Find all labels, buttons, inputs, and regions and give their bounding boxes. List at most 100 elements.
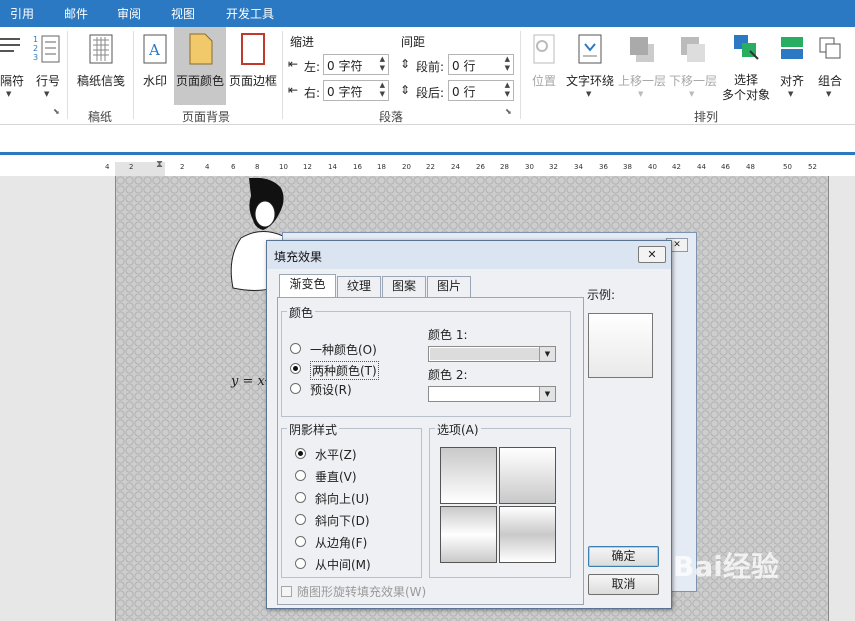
radio-horizontal[interactable] xyxy=(295,448,306,459)
line-number-label: 行号 xyxy=(35,74,60,88)
variant-option[interactable] xyxy=(499,506,556,563)
ruler-tick: 22 xyxy=(426,163,435,171)
radio-preset[interactable] xyxy=(290,383,301,394)
group-button[interactable]: 组合 ▼ xyxy=(812,30,848,100)
tab-mailings[interactable]: 邮件 xyxy=(64,5,88,22)
cancel-button[interactable]: 取消 xyxy=(588,574,659,595)
color1-select[interactable]: ▼ xyxy=(428,346,556,362)
colors-group: 颜色 一种颜色(O) 两种颜色(T) 预设(R) 颜色 1: ▼ 颜色 2: ▼ xyxy=(281,304,571,417)
position-label: 位置 xyxy=(531,74,556,88)
bring-forward-button[interactable]: 上移一层 ▼ xyxy=(617,30,667,100)
chevron-down-icon[interactable]: ▼ xyxy=(539,387,555,401)
align-button[interactable]: 对齐 ▼ xyxy=(775,30,809,100)
ruler-tick: 24 xyxy=(451,163,460,171)
radio-vertical[interactable] xyxy=(295,470,306,481)
variant-option[interactable] xyxy=(440,447,497,504)
ruler-tick: 4 xyxy=(105,163,110,171)
gradient-panel: 颜色 一种颜色(O) 两种颜色(T) 预设(R) 颜色 1: ▼ 颜色 2: ▼… xyxy=(277,297,584,605)
spin-arrows-icon[interactable]: ▲ ▼ xyxy=(505,81,510,99)
ruler-tick: 14 xyxy=(328,163,337,171)
ok-button[interactable]: 确定 xyxy=(588,546,659,567)
variant-option[interactable] xyxy=(440,506,497,563)
line-number-button[interactable]: 123 行号 ▼ xyxy=(32,30,64,100)
ruler[interactable]: 4 2 ⧗ 2 4 6 8 10 12 14 16 18 20 22 24 26… xyxy=(105,159,830,176)
tab-view[interactable]: 视图 xyxy=(171,5,195,22)
tab-developer[interactable]: 开发工具 xyxy=(226,5,274,22)
send-backward-icon xyxy=(681,37,705,62)
text-wrap-button[interactable]: 文字环绕 ▼ xyxy=(564,30,616,100)
ruler-tick: 10 xyxy=(279,163,288,171)
spacing-after-value: 0 行 xyxy=(452,85,476,99)
separator-label: 隔符 xyxy=(0,74,25,88)
fill-effects-dialog: 填充效果 ✕ 渐变色 纹理 图案 图片 颜色 一种颜色(O) 两种颜色(T) 预… xyxy=(266,240,672,609)
send-backward-button[interactable]: 下移一层 ▼ xyxy=(668,30,718,100)
variants-legend: 选项(A) xyxy=(435,421,481,438)
radio-one-color-label: 一种颜色(O) xyxy=(310,343,377,357)
group-separator xyxy=(520,31,521,119)
caret-icon: ▼ xyxy=(788,90,794,98)
spacing-after-input[interactable]: 0 行 ▲ ▼ xyxy=(448,80,514,101)
spin-arrows-icon[interactable]: ▲ ▼ xyxy=(380,55,385,73)
page-border-button[interactable]: 页面边框 xyxy=(227,30,279,100)
ruler-tick: 50 xyxy=(783,163,792,171)
radio-diagonal-down[interactable] xyxy=(295,514,306,525)
spacing-label: 间距 xyxy=(401,35,426,49)
ruler-tick: 34 xyxy=(574,163,583,171)
tab-texture[interactable]: 纹理 xyxy=(337,276,381,297)
watermark-button[interactable]: A 水印 xyxy=(137,30,173,100)
spin-arrows-icon[interactable]: ▲ ▼ xyxy=(505,55,510,73)
ruler-tick: 46 xyxy=(721,163,730,171)
spacing-before-input[interactable]: 0 行 ▲ ▼ xyxy=(448,54,514,75)
indent-left-input[interactable]: 0 字符 ▲ ▼ xyxy=(323,54,389,75)
indent-right-input[interactable]: 0 字符 ▲ ▼ xyxy=(323,80,389,101)
separator-button[interactable]: 隔符 ▼ xyxy=(0,30,28,100)
align-icon xyxy=(781,37,803,59)
shading-legend: 阴影样式 xyxy=(287,421,340,438)
dialog-launcher-icon[interactable]: ⬊ xyxy=(505,107,512,116)
svg-text:A: A xyxy=(148,41,160,59)
radio-two-colors[interactable] xyxy=(290,363,301,374)
manuscript-label: 稿纸信笺 xyxy=(76,74,125,88)
radio-from-corner[interactable] xyxy=(295,536,306,547)
radio-preset-label: 预设(R) xyxy=(310,383,352,397)
svg-text:1: 1 xyxy=(33,35,38,44)
select-objects-icon xyxy=(734,35,759,60)
radio-one-color[interactable] xyxy=(290,343,301,354)
variant-option[interactable] xyxy=(499,447,556,504)
radio-diagonal-up[interactable] xyxy=(295,492,306,503)
close-icon[interactable]: ✕ xyxy=(638,246,666,263)
shading-styles-group: 阴影样式 水平(Z) 垂直(V) 斜向上(U) 斜向下(D) 从边角(F) 从中… xyxy=(281,421,422,578)
group-icon xyxy=(819,37,841,59)
tab-gradient[interactable]: 渐变色 xyxy=(279,274,336,298)
select-objects-button[interactable]: 选择 多个对象 xyxy=(720,30,772,104)
group-label-manuscript: 稿纸 xyxy=(88,110,113,124)
ruler-tick: 2 xyxy=(180,163,185,171)
ruler-tick: 26 xyxy=(476,163,485,171)
tab-review[interactable]: 审阅 xyxy=(117,5,141,22)
dialog-launcher-icon[interactable]: ⬊ xyxy=(53,107,60,116)
position-button[interactable]: 位置 xyxy=(527,30,561,100)
spin-arrows-icon[interactable]: ▲ ▼ xyxy=(380,81,385,99)
color1-label: 颜色 1: xyxy=(428,328,468,342)
indent-marker-icon[interactable]: ⧗ xyxy=(156,159,163,170)
radio-from-center[interactable] xyxy=(295,558,306,569)
page-color-button[interactable]: 页面颜色 xyxy=(174,27,226,105)
indent-right-icon: ⇤ xyxy=(288,83,299,97)
manuscript-button[interactable]: 稿纸信笺 xyxy=(73,30,129,100)
rotate-with-shape-checkbox[interactable] xyxy=(281,586,292,597)
ribbon: 隔符 ▼ 123 行号 ▼ ⬊ 稿纸信笺 稿纸 A 水印 页面颜色 页面边框 页… xyxy=(0,27,855,125)
align-label: 对齐 xyxy=(779,74,804,88)
ruler-tick: 48 xyxy=(746,163,755,171)
tab-pattern[interactable]: 图案 xyxy=(382,276,426,297)
tab-picture[interactable]: 图片 xyxy=(427,276,471,297)
color2-select[interactable]: ▼ xyxy=(428,386,556,402)
caret-icon: ▼ xyxy=(826,90,832,98)
separator-icon xyxy=(0,38,20,52)
sample-label: 示例: xyxy=(587,288,616,302)
group-label: 组合 xyxy=(817,74,842,88)
ruler-tick: 16 xyxy=(353,163,362,171)
chevron-down-icon[interactable]: ▼ xyxy=(539,347,555,361)
radio-diagonal-up-label: 斜向上(U) xyxy=(315,492,370,506)
select-objects-label-2: 多个对象 xyxy=(721,88,770,102)
tab-references[interactable]: 引用 xyxy=(10,5,34,22)
